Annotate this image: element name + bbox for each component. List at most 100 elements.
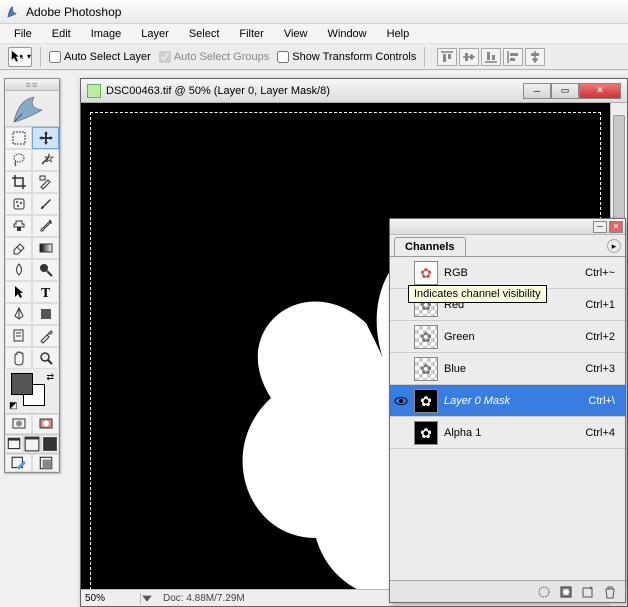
palette-logo [5,91,59,127]
eyedropper-tool[interactable] [32,325,59,347]
menu-layer[interactable]: Layer [131,26,179,42]
minimize-button[interactable]: ─ [523,83,551,99]
visibility-toggle[interactable] [394,266,408,280]
document-icon [87,84,101,98]
visibility-toggle[interactable] [394,426,408,440]
channel-thumbnail: ✿ [414,261,438,285]
document-title: DSC00463.tif @ 50% (Layer 0, Layer Mask/… [106,85,523,97]
lasso-tool[interactable] [5,149,32,171]
hand-tool[interactable] [5,347,32,369]
foreground-color-swatch[interactable] [11,373,33,395]
dodge-tool[interactable] [32,259,59,281]
panel-tabbar: Channels ▸ [390,235,625,257]
jump-row [5,453,59,472]
align-left-icon[interactable] [503,48,523,66]
eraser-tool[interactable] [5,237,32,259]
auto-select-layer-checkbox[interactable] [49,51,61,63]
panel-minimize-button[interactable]: ─ [593,221,607,233]
blur-tool[interactable] [5,259,32,281]
shape-tool[interactable] [32,303,59,325]
app-titlebar: Adobe Photoshop [0,0,628,24]
maximize-button[interactable]: ▭ [551,83,579,99]
quickmask-mode-icon[interactable] [32,414,59,434]
tool-palette[interactable]: ≡≡ T ⇄ ◩ [4,78,60,473]
panel-header[interactable]: ─ ✕ [390,219,625,235]
popup-arrow-icon[interactable] [141,592,153,604]
channel-name: Blue [444,363,579,375]
marquee-tool[interactable] [5,127,32,149]
visibility-toggle[interactable] [394,362,408,376]
tool-grid: T [5,127,59,369]
channels-panel[interactable]: ─ ✕ Channels ▸ ✿ RGB Ctrl+~ ✿ Red Ctrl+1… [389,218,626,603]
jump-to-app2-icon[interactable] [32,454,59,472]
menu-select[interactable]: Select [179,26,230,42]
channel-row-blue[interactable]: ✿ Blue Ctrl+3 [390,353,625,385]
screenmode-full-icon[interactable] [41,435,59,453]
document-titlebar[interactable]: DSC00463.tif @ 50% (Layer 0, Layer Mask/… [81,79,627,103]
tab-channels[interactable]: Channels [394,237,466,256]
move-tool[interactable] [32,127,59,149]
zoom-tool[interactable] [32,347,59,369]
auto-select-groups-option: Auto Select Groups [159,51,269,63]
screenmode-standard-icon[interactable] [5,435,23,453]
channel-row-alpha1[interactable]: ✿ Alpha 1 Ctrl+4 [390,417,625,449]
type-tool[interactable]: T [32,281,59,303]
mask-mode-row [5,413,59,434]
palette-grip[interactable]: ≡≡ [5,79,59,91]
crop-tool[interactable] [5,171,32,193]
load-selection-icon[interactable] [535,584,553,600]
close-button[interactable]: ✕ [579,83,621,99]
standard-mode-icon[interactable] [5,414,32,434]
auto-select-groups-checkbox [159,51,171,63]
menubar: File Edit Image Layer Select Filter View… [0,24,628,44]
menu-image[interactable]: Image [81,26,132,42]
panel-close-button[interactable]: ✕ [609,221,623,233]
current-tool-indicator[interactable]: ▾ [8,47,32,67]
gradient-tool[interactable] [32,237,59,259]
jump-to-app1-icon[interactable] [5,454,32,472]
channel-name: RGB [444,267,579,279]
screenmode-fullmenu-icon[interactable] [23,435,41,453]
healing-brush-tool[interactable] [5,193,32,215]
history-brush-tool[interactable] [32,215,59,237]
align-vcenter-icon[interactable] [459,48,479,66]
slice-tool[interactable] [32,171,59,193]
visibility-toggle[interactable] [394,394,408,408]
zoom-readout[interactable]: 50% [81,593,141,604]
delete-channel-icon[interactable] [601,584,619,600]
channel-shortcut: Ctrl+3 [585,363,621,375]
auto-select-layer-option[interactable]: Auto Select Layer [49,51,151,63]
brush-tool[interactable] [32,193,59,215]
align-bottom-icon[interactable] [481,48,501,66]
menu-help[interactable]: Help [377,26,420,42]
menu-filter[interactable]: Filter [229,26,273,42]
channel-thumbnail: ✿ [414,325,438,349]
panel-menu-icon[interactable]: ▸ [607,239,621,253]
menu-view[interactable]: View [274,26,318,42]
channel-row-green[interactable]: ✿ Green Ctrl+2 [390,321,625,353]
show-transform-checkbox[interactable] [277,51,289,63]
align-hcenter-icon[interactable] [525,48,545,66]
menu-edit[interactable]: Edit [42,26,81,42]
channel-row-layer0mask[interactable]: ✿ Layer 0 Mask Ctrl+\ [390,385,625,417]
save-selection-icon[interactable] [557,584,575,600]
visibility-toggle[interactable] [394,330,408,344]
align-top-icon[interactable] [437,48,457,66]
show-transform-option[interactable]: Show Transform Controls [277,51,416,63]
menu-window[interactable]: Window [318,26,377,42]
separator [424,47,425,67]
pen-tool[interactable] [5,303,32,325]
path-selection-tool[interactable] [5,281,32,303]
swap-colors-icon[interactable]: ⇄ [46,372,54,383]
notes-tool[interactable] [5,325,32,347]
separator [40,47,41,67]
default-colors-icon[interactable]: ◩ [9,400,18,411]
eye-icon [394,396,408,406]
channel-shortcut: Ctrl+2 [585,331,621,343]
visibility-toggle[interactable] [394,298,408,312]
clone-stamp-tool[interactable] [5,215,32,237]
app-title: Adobe Photoshop [26,5,121,19]
new-channel-icon[interactable] [579,584,597,600]
magic-wand-tool[interactable] [32,149,59,171]
menu-file[interactable]: File [4,26,42,42]
